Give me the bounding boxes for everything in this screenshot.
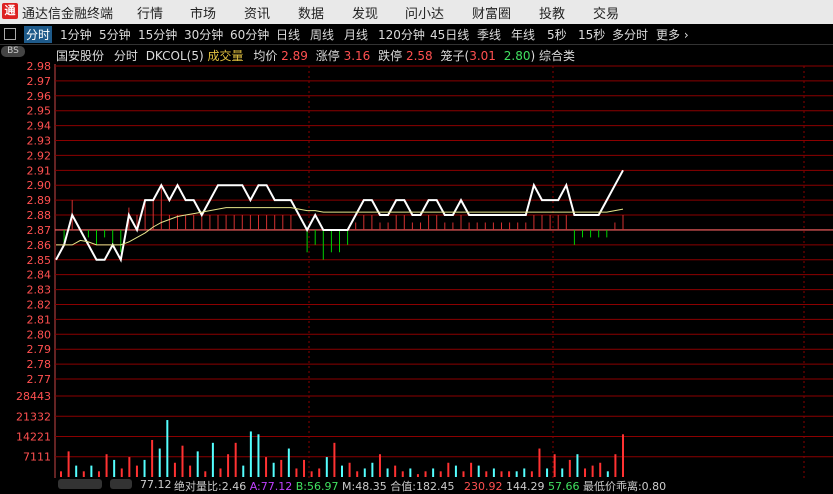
status-v2-value: 2.46 (221, 480, 247, 493)
price-tick-label: 2.90 (27, 179, 52, 192)
price-tick-label: 2.94 (27, 120, 52, 133)
status-b-label: B: (295, 480, 308, 493)
price-tick-label: 2.84 (27, 269, 52, 282)
status-bar: 77.12 绝对量比:2.46 A:77.12 B:56.97 M:48.35 … (0, 478, 833, 493)
price-tick-label: 2.78 (27, 358, 52, 371)
price-tick-label: 2.82 (27, 298, 52, 311)
price-tick-label: 2.83 (27, 284, 52, 297)
status-hz-value: 182.45 (415, 480, 455, 493)
status-v3: 230.92 (463, 480, 503, 493)
price-tick-label: 2.80 (27, 328, 52, 341)
status-hz-label: 合值: (390, 480, 416, 493)
price-tick-label: 2.88 (27, 209, 52, 222)
status-button-2[interactable] (110, 479, 132, 489)
volume-tick-label: 28443 (16, 390, 51, 403)
status-m-label: M: (342, 480, 356, 493)
status-button-1[interactable] (58, 479, 102, 489)
volume-tick-label: 14221 (16, 431, 51, 444)
status-v4: 144.29 (505, 480, 545, 493)
price-tick-label: 2.87 (27, 224, 52, 237)
intraday-chart[interactable]: 2.98 2.97 2.96 2.95 2.94 2.932.92 2.91 2.90 2.89… (0, 0, 833, 490)
status-v2-label: 绝对量比: (174, 480, 222, 493)
volume-tick-label: 21332 (16, 410, 51, 423)
price-tick-label: 2.92 (27, 149, 52, 162)
price-tick-label: 2.89 (27, 194, 52, 207)
price-tick-label: 2.77 (27, 373, 52, 386)
status-a-value: 77.12 (260, 480, 293, 493)
price-tick-label: 2.93 (27, 135, 52, 148)
price-tick-label: 2.86 (27, 239, 52, 252)
price-tick-label: 2.96 (27, 90, 52, 103)
price-tick-label: 2.91 (27, 164, 52, 177)
status-b-value: 56.97 (307, 480, 339, 493)
price-tick-label: 2.97 (27, 75, 52, 88)
price-tick-label: 2.98 (27, 60, 52, 73)
price-tick-label: 2.81 (27, 313, 52, 326)
status-m-value: 48.35 (355, 480, 387, 493)
status-last-label: 最低价乖离: (582, 480, 642, 493)
price-tick-label: 2.79 (27, 343, 52, 356)
price-tick-label: 2.95 (27, 105, 52, 118)
status-a-label: A: (249, 480, 261, 493)
volume-tick-label: 7111 (23, 451, 51, 464)
price-tick-label: 2.85 (27, 254, 52, 267)
status-v5: 57.66 (547, 480, 580, 493)
status-last-value: 0.80 (641, 480, 667, 493)
status-v1: 77.12 (140, 478, 172, 491)
